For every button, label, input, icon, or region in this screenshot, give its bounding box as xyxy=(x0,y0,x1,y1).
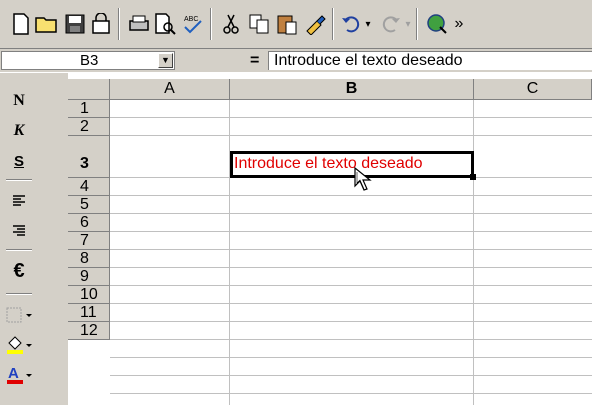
hyperlink-icon[interactable] xyxy=(424,10,450,38)
redo-icon[interactable] xyxy=(378,10,404,38)
more-icon[interactable]: » xyxy=(452,10,466,38)
italic-button[interactable]: K xyxy=(4,117,34,145)
row-header-3[interactable]: 3 xyxy=(68,136,110,178)
grid-row-line xyxy=(110,393,592,394)
grid-row-line xyxy=(110,303,592,304)
redo-dropdown-icon[interactable]: ▾ xyxy=(402,10,414,38)
toolbar-separator xyxy=(118,8,120,40)
worksheet-grid[interactable]: A B C 1 2 3 4 5 6 7 8 9 10 11 12 Introdu… xyxy=(38,73,592,405)
save-icon[interactable] xyxy=(62,10,88,38)
toolbar-separator xyxy=(416,8,418,40)
column-header-c[interactable]: C xyxy=(474,79,592,100)
undo-dropdown-icon[interactable]: ▾ xyxy=(362,10,374,38)
svg-text:ABC: ABC xyxy=(184,16,198,23)
cut-icon[interactable] xyxy=(218,10,244,38)
row-header-5[interactable]: 5 xyxy=(68,196,110,214)
select-all-corner[interactable] xyxy=(68,79,110,100)
currency-button[interactable]: € xyxy=(4,257,34,285)
format-toolbar: N K S € A xyxy=(0,73,38,405)
borders-icon[interactable] xyxy=(4,301,34,329)
spelling-icon[interactable]: ABC xyxy=(180,10,206,38)
grid-row-line xyxy=(110,213,592,214)
toolbar-separator xyxy=(210,8,212,40)
grid-row-line xyxy=(110,267,592,268)
bold-button[interactable]: N xyxy=(4,87,34,115)
row-header-12[interactable]: 12 xyxy=(68,322,110,340)
grid-column-line xyxy=(229,100,230,405)
print-icon[interactable] xyxy=(126,10,152,38)
row-header-9[interactable]: 9 xyxy=(68,268,110,286)
row-header-6[interactable]: 6 xyxy=(68,214,110,232)
row-header-1[interactable]: 1 xyxy=(68,100,110,118)
open-folder-icon[interactable] xyxy=(34,10,60,38)
standard-toolbar: ABC ▾ ▾ » xyxy=(0,0,592,48)
grid-row-line xyxy=(110,117,592,118)
column-header-b[interactable]: B xyxy=(230,79,474,100)
align-right-icon[interactable] xyxy=(4,217,34,245)
row-header-8[interactable]: 8 xyxy=(68,250,110,268)
toolbar-separator xyxy=(332,8,334,40)
align-left-icon[interactable] xyxy=(4,187,34,215)
grid-row-line xyxy=(110,321,592,322)
grid-row-line xyxy=(110,231,592,232)
formula-bar: B3 ▼ = Introduce el texto deseado xyxy=(0,48,592,73)
new-document-icon[interactable] xyxy=(8,10,34,38)
mouse-pointer-icon xyxy=(354,166,374,198)
row-header-11[interactable]: 11 xyxy=(68,304,110,322)
chevron-down-icon[interactable]: ▼ xyxy=(158,53,173,68)
copy-icon[interactable] xyxy=(246,10,272,38)
row-header-2[interactable]: 2 xyxy=(68,118,110,136)
active-cell-b3[interactable]: Introduce el texto deseado xyxy=(230,151,474,178)
paste-icon[interactable] xyxy=(274,10,300,38)
font-color-icon[interactable]: A xyxy=(4,361,34,389)
column-header-a[interactable]: A xyxy=(110,79,230,100)
row-header-7[interactable]: 7 xyxy=(68,232,110,250)
fill-handle[interactable] xyxy=(470,174,476,180)
undo-icon[interactable] xyxy=(338,10,364,38)
grid-row-line xyxy=(110,195,592,196)
row-header-10[interactable]: 10 xyxy=(68,286,110,304)
permissions-icon[interactable] xyxy=(88,10,114,38)
toolbar-separator xyxy=(6,293,32,295)
grid-row-line xyxy=(110,285,592,286)
grid-row-line xyxy=(110,135,592,136)
fill-color-icon[interactable] xyxy=(4,331,34,359)
equals-sign[interactable]: = xyxy=(250,52,259,70)
grid-row-line xyxy=(110,249,592,250)
grid-row-line xyxy=(110,375,592,376)
format-painter-icon[interactable] xyxy=(302,10,328,38)
name-box[interactable]: B3 ▼ xyxy=(1,51,175,70)
underline-button[interactable]: S xyxy=(4,147,34,175)
toolbar-separator xyxy=(6,249,32,251)
grid-row-line xyxy=(110,339,592,340)
formula-input[interactable]: Introduce el texto deseado xyxy=(268,51,592,70)
grid-column-line xyxy=(473,100,474,405)
grid-left-border xyxy=(38,73,68,405)
row-header-4[interactable]: 4 xyxy=(68,178,110,196)
grid-row-line xyxy=(110,357,592,358)
print-preview-icon[interactable] xyxy=(152,10,178,38)
svg-text:A: A xyxy=(8,365,19,382)
toolbar-separator xyxy=(6,179,32,181)
name-box-value: B3 xyxy=(80,52,99,69)
